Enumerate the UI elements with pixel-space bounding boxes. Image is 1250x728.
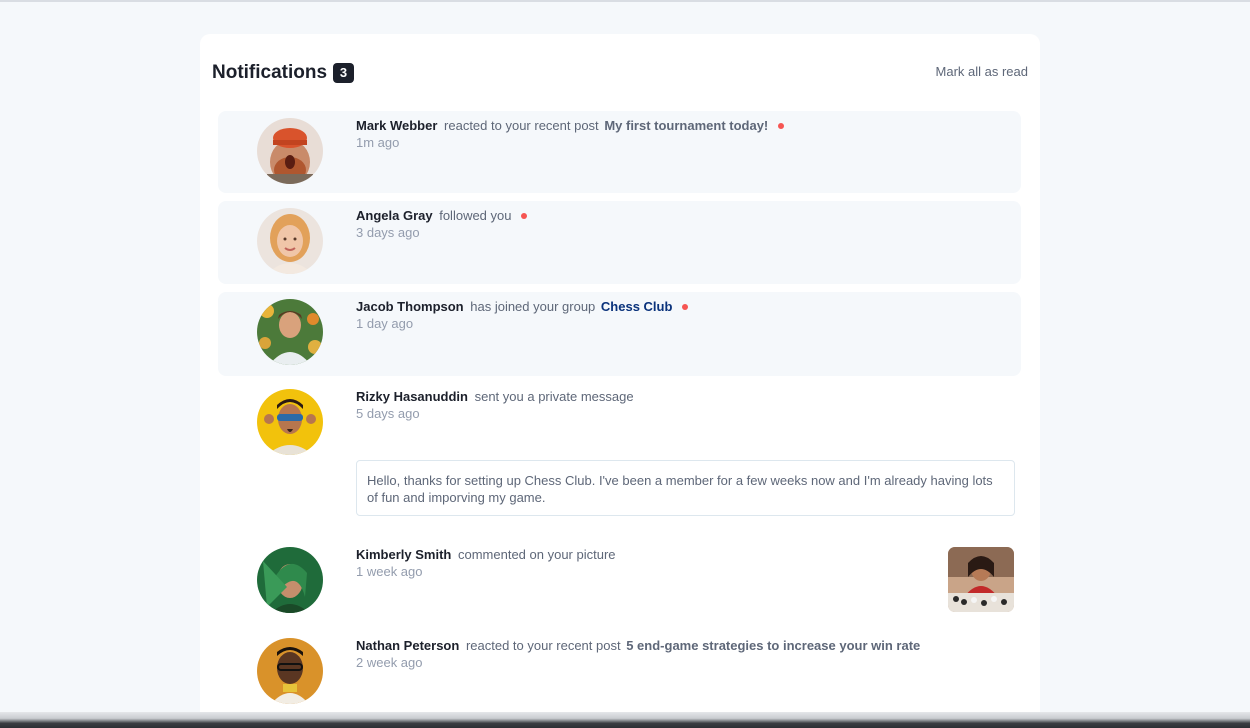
notification-action: reacted to your recent post: [465, 638, 621, 653]
unread-count-badge: 3: [333, 63, 354, 83]
notification-item[interactable]: Mark Webber reacted to your recent post …: [218, 111, 1021, 193]
notification-item[interactable]: Jacob Thompson has joined your group Che…: [218, 292, 1021, 376]
unread-dot-icon: [521, 213, 528, 219]
chess-picture-thumbnail[interactable]: [948, 547, 1014, 612]
notification-action: sent you a private message: [474, 389, 634, 404]
unread-dot-icon: [777, 123, 784, 129]
window-top-border: [0, 0, 1250, 2]
notification-item[interactable]: Rizky Hasanuddin sent you a private mess…: [218, 382, 1021, 455]
user-name[interactable]: Kimberly Smith: [356, 547, 451, 562]
notification-action: has joined your group: [470, 299, 596, 314]
unread-dot-icon: [682, 304, 689, 310]
notification-item[interactable]: Angela Gray followed you 3 days ago: [218, 201, 1021, 284]
window-bottom-bar: [0, 712, 1250, 728]
jacob-thompson-avatar[interactable]: [257, 299, 323, 365]
nathan-peterson-avatar[interactable]: [257, 638, 323, 704]
user-name[interactable]: Jacob Thompson: [356, 299, 464, 314]
notification-item[interactable]: Kimberly Smith commented on your picture…: [218, 540, 1021, 620]
notification-action: commented on your picture: [457, 547, 616, 562]
notification-item[interactable]: Nathan Peterson reacted to your recent p…: [218, 631, 1021, 711]
post-link[interactable]: 5 end-game strategies to increase your w…: [626, 638, 920, 653]
page-title: Notifications: [212, 62, 328, 83]
timestamp: 1 week ago: [356, 564, 423, 579]
rizky-hasanuddin-avatar[interactable]: [257, 389, 323, 455]
notification-action: followed you: [439, 208, 512, 223]
kimberly-smith-avatar[interactable]: [257, 547, 323, 613]
user-name[interactable]: Nathan Peterson: [356, 638, 459, 653]
timestamp: 1 day ago: [356, 316, 414, 331]
notification-action: reacted to your recent post: [444, 118, 599, 133]
timestamp: 3 days ago: [356, 225, 420, 240]
angela-gray-avatar[interactable]: [257, 208, 323, 274]
timestamp: 2 week ago: [356, 655, 423, 670]
user-name[interactable]: Rizky Hasanuddin: [356, 389, 468, 404]
user-name[interactable]: Angela Gray: [356, 208, 433, 223]
mark-all-read-button[interactable]: Mark all as read: [936, 64, 1028, 79]
group-link[interactable]: Chess Club: [601, 299, 673, 314]
notifications-header: Notifications 3 Mark all as read: [212, 60, 1028, 86]
private-message[interactable]: Hello, thanks for setting up Chess Club.…: [356, 460, 1015, 516]
timestamp: 5 days ago: [356, 406, 420, 421]
timestamp: 1m ago: [356, 135, 400, 150]
mark-webber-avatar[interactable]: [257, 118, 323, 184]
notifications-card: Notifications 3 Mark all as read Mark We…: [200, 34, 1040, 724]
user-name[interactable]: Mark Webber: [356, 118, 437, 133]
post-link[interactable]: My first tournament today!: [604, 118, 768, 133]
